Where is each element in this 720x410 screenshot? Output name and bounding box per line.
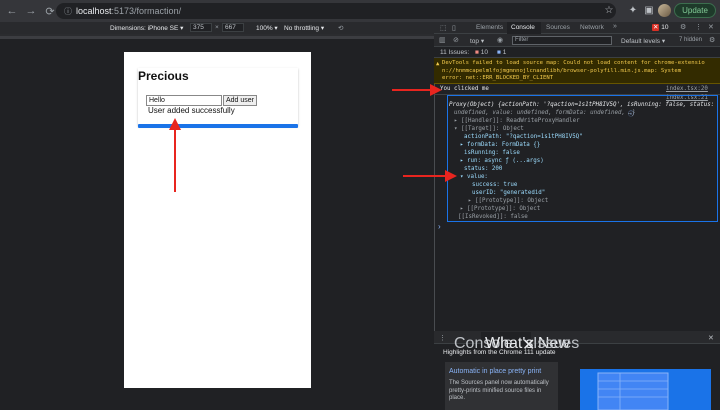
annotation-arrows [169, 84, 457, 192]
